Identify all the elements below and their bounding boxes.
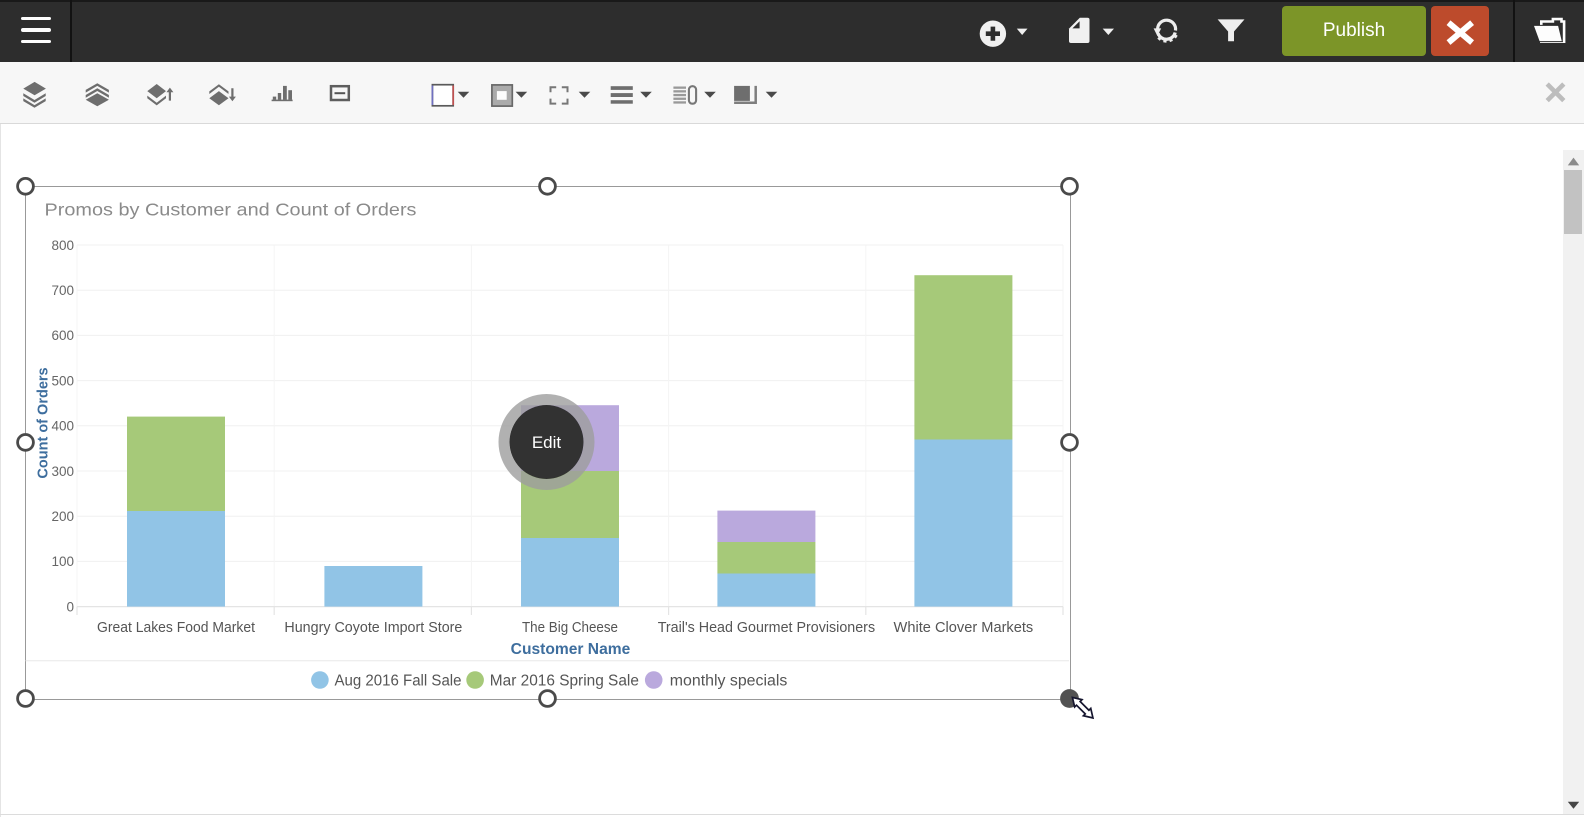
svg-text:Great Lakes Food Market: Great Lakes Food Market [97, 620, 255, 636]
svg-text:The Big Cheese: The Big Cheese [522, 620, 618, 636]
svg-text:400: 400 [51, 419, 74, 434]
svg-text:Promos by Customer and Count o: Promos by Customer and Count of Orders [45, 199, 417, 219]
svg-text:monthly specials: monthly specials [670, 673, 788, 690]
svg-text:Edit: Edit [532, 433, 562, 452]
svg-text:600: 600 [51, 328, 74, 343]
svg-text:Hungry Coyote Import Store: Hungry Coyote Import Store [284, 620, 462, 636]
svg-text:300: 300 [51, 464, 74, 479]
svg-text:200: 200 [51, 509, 74, 524]
svg-text:800: 800 [51, 238, 74, 253]
svg-text:Count of Orders: Count of Orders [36, 367, 52, 478]
svg-text:500: 500 [51, 373, 74, 388]
svg-text:Aug 2016 Fall Sale: Aug 2016 Fall Sale [335, 673, 462, 690]
svg-text:Trail's Head Gourmet Provision: Trail's Head Gourmet Provisioners [658, 620, 875, 636]
svg-text:Customer Name: Customer Name [511, 641, 631, 658]
svg-text:White Clover Markets: White Clover Markets [894, 620, 1034, 636]
svg-text:Mar 2016 Spring Sale: Mar 2016 Spring Sale [490, 673, 639, 690]
svg-text:700: 700 [51, 283, 74, 298]
svg-text:0: 0 [66, 599, 74, 614]
svg-text:100: 100 [51, 554, 74, 569]
